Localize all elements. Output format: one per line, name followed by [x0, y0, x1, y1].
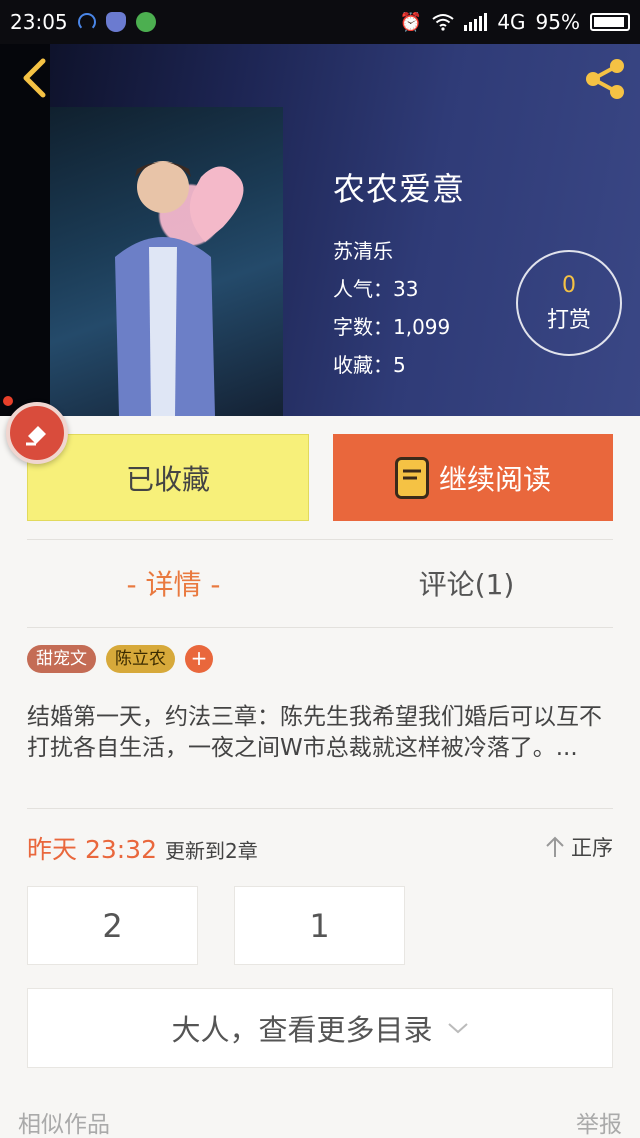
update-text: 更新到2章: [165, 839, 258, 863]
report-button[interactable]: 举报: [576, 1105, 622, 1138]
update-info: 昨天 23:32 更新到2章: [27, 830, 258, 866]
book-favorites: 收藏：5: [333, 353, 406, 377]
book-info: 农农爱意 苏清乐 人气：33 字数：1,099 收藏：5: [333, 164, 465, 384]
add-tag-button[interactable]: +: [185, 645, 213, 673]
battery-icon: [590, 13, 630, 31]
tab-comments[interactable]: 评论(1): [320, 560, 613, 610]
tag-item[interactable]: 甜宠文: [27, 645, 96, 673]
more-catalog-label: 大人，查看更多目录: [171, 1013, 433, 1047]
notification-dot: [3, 396, 13, 406]
arrow-up-icon: [546, 836, 564, 857]
floating-tool-button[interactable]: [6, 402, 68, 464]
collected-button[interactable]: 已收藏: [27, 434, 309, 521]
back-button[interactable]: [14, 58, 54, 98]
tag-list: 甜宠文 陈立农 +: [27, 645, 213, 673]
more-catalog-button[interactable]: 大人，查看更多目录: [27, 988, 613, 1068]
book-cover-image[interactable]: [50, 107, 283, 416]
share-button[interactable]: [580, 54, 630, 104]
chevron-left-icon: [23, 58, 46, 98]
divider: [27, 808, 613, 809]
status-time: 23:05: [10, 10, 68, 34]
shield-icon: [105, 12, 126, 32]
reward-button[interactable]: 0 打赏: [516, 250, 622, 356]
book-author[interactable]: 苏清乐: [333, 232, 465, 270]
chevron-down-icon: [447, 1023, 468, 1034]
similar-works-heading: 相似作品: [18, 1112, 110, 1138]
divider: [27, 539, 613, 540]
sort-label: 正序: [571, 836, 613, 860]
divider: [27, 627, 613, 628]
chapter-item[interactable]: 1: [234, 886, 405, 965]
update-time: 昨天 23:32: [27, 835, 157, 864]
eraser-icon: [26, 426, 46, 446]
sort-toggle[interactable]: 正序: [545, 832, 613, 862]
book-icon: [394, 456, 429, 499]
share-icon: [586, 59, 624, 99]
book-word-count: 字数：1,099: [333, 315, 451, 339]
chapter-item[interactable]: 2: [27, 886, 198, 965]
reward-label: 打赏: [546, 307, 591, 333]
alarm-icon: ⏰: [399, 11, 423, 33]
cover-figure: [115, 161, 244, 416]
tag-item[interactable]: 陈立农: [106, 645, 175, 673]
book-header: 农农爱意 苏清乐 人气：33 字数：1,099 收藏：5 0 打赏: [0, 44, 640, 416]
continue-reading-button[interactable]: 继续阅读: [333, 434, 613, 521]
battery-percent: 95%: [535, 10, 580, 34]
reward-count: 0: [562, 272, 576, 298]
wifi-icon: [432, 14, 454, 31]
book-popularity: 人气：33: [333, 277, 419, 301]
globe-icon: [135, 12, 156, 32]
continue-reading-label: 继续阅读: [438, 462, 551, 496]
book-title: 农农爱意: [333, 170, 466, 208]
signal-icon: [464, 13, 488, 31]
status-bar: 23:05 ⏰ 4G 95%: [0, 0, 640, 44]
tab-details[interactable]: - 详情 -: [27, 560, 320, 610]
collected-label: 已收藏: [125, 462, 210, 496]
headset-icon: [77, 13, 96, 31]
book-synopsis[interactable]: 结婚第一天，约法三章：陈先生我希望我们婚后可以互不打扰各自生活，一夜之间W市总裁…: [27, 702, 613, 764]
network-type: 4G: [497, 10, 526, 34]
